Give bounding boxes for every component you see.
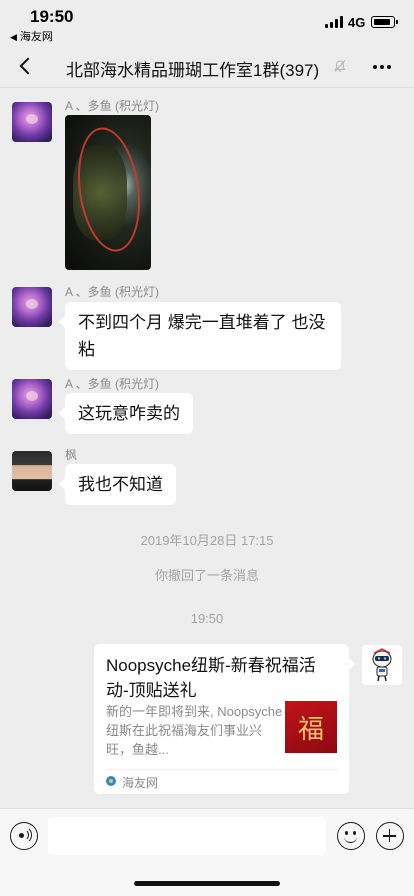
message-input[interactable] bbox=[48, 817, 326, 855]
message-bubble[interactable]: 我也不知道 bbox=[59, 464, 176, 505]
bell-slash-icon bbox=[334, 60, 346, 72]
avatar[interactable] bbox=[12, 102, 52, 142]
sender-name: A 、多鱼 (积光灯) bbox=[65, 99, 160, 113]
message-bubble[interactable]: 不到四个月 爆完一直堆着了 也没粘 bbox=[59, 302, 341, 370]
robot-avatar-icon bbox=[362, 645, 402, 685]
avatar[interactable] bbox=[12, 451, 52, 491]
divider bbox=[106, 769, 338, 770]
back-app-label: 海友网 bbox=[19, 31, 53, 43]
emoji-icon[interactable] bbox=[337, 822, 365, 850]
network-type: 4G bbox=[348, 15, 366, 30]
link-card-description: 新的一年即将到来, Noopsyche纽斯在此祝福海友们事业兴旺，鱼越... bbox=[106, 704, 283, 757]
link-card-source: 海友网 bbox=[122, 776, 159, 790]
recall-notice: 你撤回了一条消息 bbox=[154, 568, 259, 583]
status-bar: 19:50 ◀ 海友网 4G bbox=[0, 0, 414, 44]
battery-icon bbox=[371, 16, 398, 28]
message-bubble[interactable]: 这玩意咋卖的 bbox=[59, 393, 193, 434]
sender-name: A 、多鱼 (积光灯) bbox=[65, 285, 160, 299]
avatar[interactable] bbox=[12, 379, 52, 419]
source-app-icon bbox=[106, 776, 116, 786]
link-card[interactable]: Noopsyche纽斯-新春祝福活动-顶贴送礼 新的一年即将到来, Noopsy… bbox=[94, 644, 355, 794]
home-indicator[interactable] bbox=[134, 881, 280, 886]
time-stamp: 19:50 bbox=[190, 611, 224, 626]
annotation-circle bbox=[70, 123, 148, 256]
voice-icon[interactable] bbox=[10, 822, 38, 850]
status-time: 19:50 bbox=[30, 7, 74, 26]
sender-name: 枫 bbox=[65, 448, 78, 462]
more-button[interactable] bbox=[368, 52, 396, 80]
plus-icon[interactable] bbox=[376, 822, 404, 850]
avatar[interactable] bbox=[12, 287, 52, 327]
chat-header: 北部海水精品珊瑚工作室1群(397) bbox=[0, 44, 414, 88]
sender-name: A 、多鱼 (积光灯) bbox=[65, 377, 160, 391]
avatar[interactable] bbox=[362, 645, 402, 685]
link-card-thumbnail: 福 bbox=[285, 701, 337, 753]
image-message[interactable] bbox=[65, 115, 151, 270]
date-stamp: 2019年10月28日 17:15 bbox=[140, 533, 274, 548]
signal-icon bbox=[325, 16, 343, 28]
back-to-app-link[interactable]: ◀ 海友网 bbox=[10, 28, 53, 44]
link-card-title: Noopsyche纽斯-新春祝福活动-顶贴送礼 bbox=[106, 656, 316, 700]
input-bar bbox=[0, 808, 414, 896]
chat-title: 北部海水精品珊瑚工作室1群(397) bbox=[66, 61, 320, 80]
chevron-left-icon bbox=[19, 57, 37, 75]
back-button[interactable] bbox=[12, 52, 40, 80]
back-triangle-icon: ◀ bbox=[10, 32, 17, 42]
